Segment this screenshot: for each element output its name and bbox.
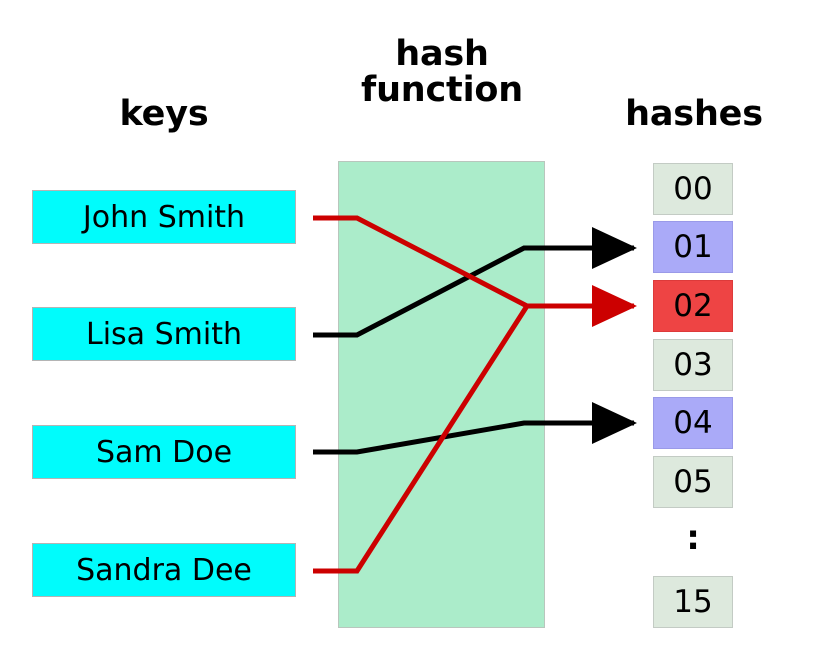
hash-bucket-01: 01: [653, 221, 733, 273]
hash-bucket-04: 04: [653, 397, 733, 449]
key-box-sandra-dee: Sandra Dee: [32, 543, 296, 597]
key-box-john-smith: John Smith: [32, 190, 296, 244]
key-box-lisa-smith: Lisa Smith: [32, 307, 296, 361]
bucket-list-ellipsis: :: [686, 518, 700, 558]
key-box-sam-doe: Sam Doe: [32, 425, 296, 479]
hash-bucket-15: 15: [653, 576, 733, 628]
hash-function-panel: [338, 161, 545, 628]
hash-bucket-00: 00: [653, 163, 733, 215]
hashes-column-heading: hashes: [625, 94, 763, 134]
hash-function-column-heading: hash function: [361, 34, 523, 111]
hash-bucket-02: 02: [653, 280, 733, 332]
hash-table-diagram: keys hash function hashes John Smith Lis…: [0, 0, 832, 664]
hash-bucket-03: 03: [653, 339, 733, 391]
hash-bucket-05: 05: [653, 456, 733, 508]
keys-column-heading: keys: [119, 94, 209, 134]
